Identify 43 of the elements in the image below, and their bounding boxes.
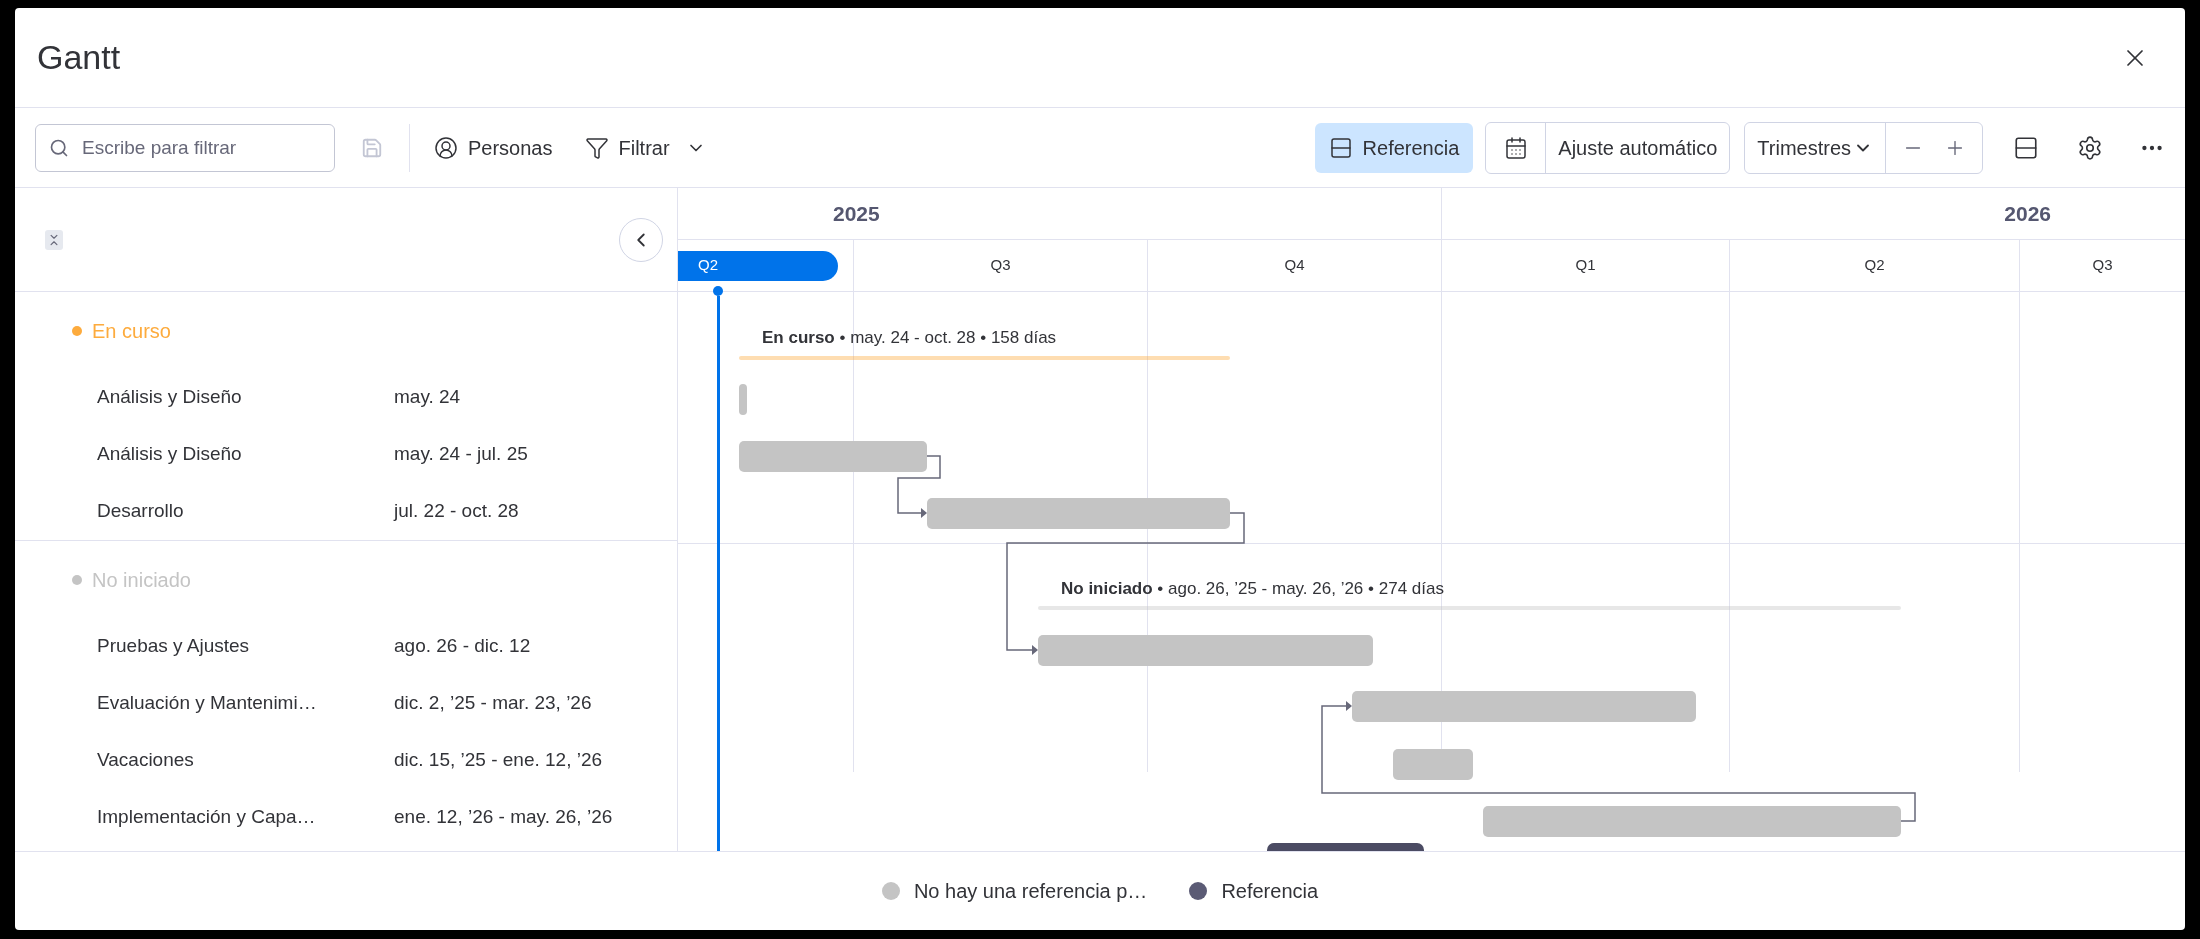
quarter-tab[interactable]: Q3: [2092, 254, 2113, 277]
people-button[interactable]: Personas: [434, 132, 553, 163]
task-dates: may. 24 - jul. 25: [394, 442, 528, 467]
task-bar[interactable]: [739, 384, 747, 415]
quarter-tab[interactable]: Q1: [1575, 254, 1596, 277]
settings-icon[interactable]: [2077, 134, 2103, 161]
search-field[interactable]: Escribe para filtrar: [35, 123, 335, 172]
year-label: 2026: [2004, 200, 2051, 227]
task-name[interactable]: Desarrollo: [15, 497, 394, 526]
filter-icon: [584, 135, 609, 160]
search-icon: [49, 137, 69, 158]
quarter-tab[interactable]: Q4: [1284, 254, 1305, 277]
task-name[interactable]: Implementación y Capa…: [15, 803, 394, 832]
quarter-tab[interactable]: Q2: [678, 250, 838, 281]
legend-label: Referencia: [1221, 879, 1319, 904]
group-summary-label: En curso • may. 24 - oct. 28 • 158 días: [762, 329, 1057, 346]
task-name[interactable]: Análisis y Diseño: [15, 383, 394, 412]
calendar-icon[interactable]: [1503, 135, 1528, 160]
window-title: Gantt: [37, 37, 121, 78]
task-name[interactable]: Análisis y Diseño: [15, 440, 394, 469]
task-dates: may. 24: [394, 385, 461, 410]
baseline-button[interactable]: Referencia: [1314, 122, 1474, 173]
task-name[interactable]: Vacaciones: [15, 746, 394, 775]
task-dates: ago. 26 - dic. 12: [394, 634, 531, 659]
collapse-all-icon[interactable]: [45, 229, 63, 250]
legend-label: No hay una referencia p…: [913, 879, 1148, 904]
task-dates: ene. 12, ’26 - may. 26, ’26: [394, 805, 613, 830]
layout-icon[interactable]: [2013, 134, 2039, 161]
rows-icon: [1328, 135, 1353, 160]
dependency-arrow: [897, 455, 941, 518]
year-label: 2025: [833, 200, 880, 227]
quarter-tab[interactable]: Q3: [990, 254, 1011, 277]
task-name[interactable]: Evaluación y Mantenimi…: [15, 689, 394, 718]
group-summary-label: No iniciado • ago. 26, ’25 - may. 26, ’26 • 274 días: [1061, 580, 1444, 597]
task-dates: dic. 2, ’25 - mar. 23, ’26: [394, 691, 592, 716]
task-dates: jul. 22 - oct. 28: [394, 499, 519, 524]
chevrons-icon: [47, 232, 61, 247]
person-icon: [434, 135, 458, 160]
quarter-tab[interactable]: Q2: [1864, 254, 1885, 277]
task-dates: dic. 15, ’25 - ene. 12, ’26: [394, 748, 603, 773]
task-name[interactable]: Pruebas y Ajustes: [15, 632, 394, 661]
save-icon[interactable]: [361, 136, 383, 159]
filter-button[interactable]: Filtrar: [584, 132, 670, 163]
